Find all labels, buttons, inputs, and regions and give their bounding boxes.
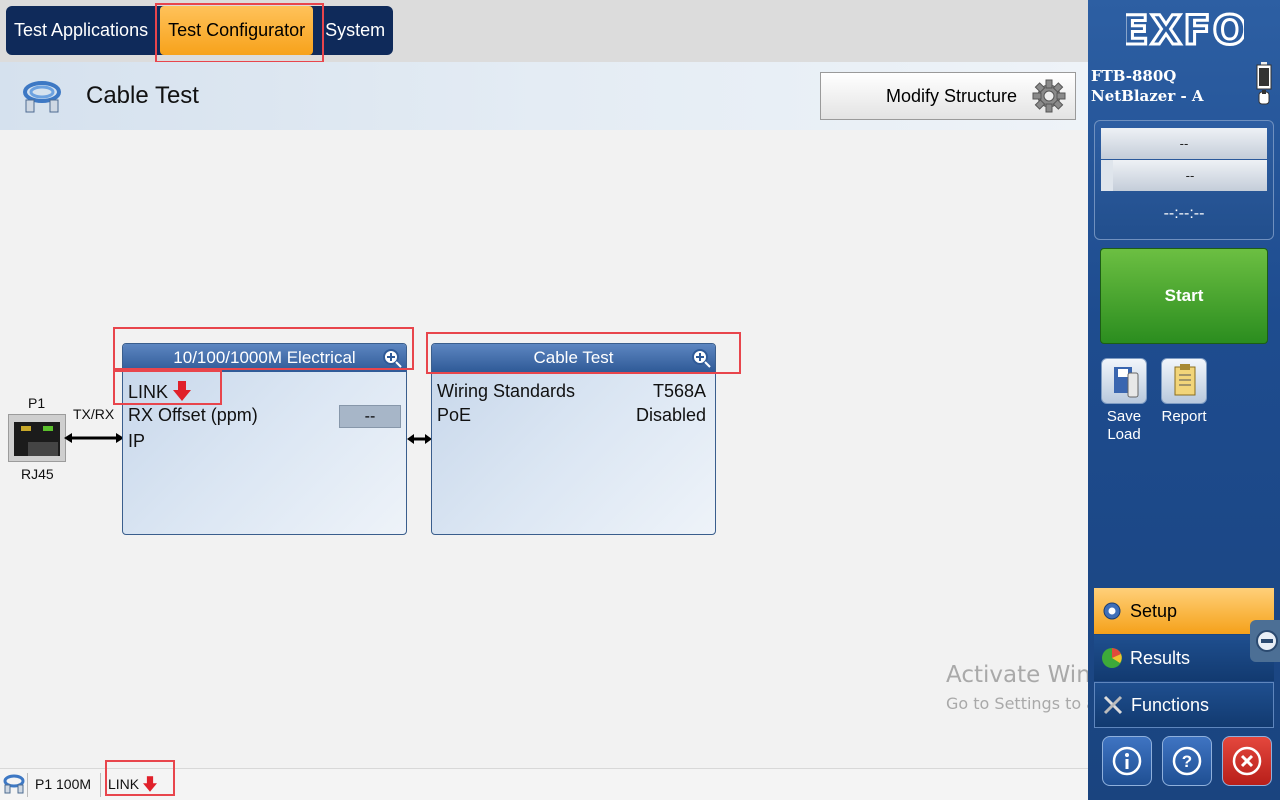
link-status-label: LINK <box>108 776 140 792</box>
status-top-value: -- <box>1101 128 1267 159</box>
nav-functions-label: Functions <box>1131 694 1210 715</box>
port-type-label: RJ45 <box>21 466 54 482</box>
tab-test-applications[interactable]: Test Applications <box>6 6 156 55</box>
link-direction-label: TX/RX <box>73 406 115 422</box>
port-speed-status: P1 100M <box>35 776 92 792</box>
info-icon <box>1112 746 1142 776</box>
rj45-jack <box>14 422 60 456</box>
status-bottom-value: -- <box>1113 160 1267 191</box>
electrical-block[interactable]: 10/100/1000M Electrical LINK RX Offset (… <box>122 343 407 535</box>
link-down-arrow-icon <box>143 776 158 792</box>
ethernet-cable-icon <box>3 774 25 794</box>
modify-structure-button[interactable]: Modify Structure <box>820 72 1076 120</box>
device-model: FTB-880Q NetBlazer - A <box>1091 66 1204 106</box>
link-status: LINK <box>108 776 158 792</box>
electrical-block-title: 10/100/1000M Electrical <box>173 348 356 367</box>
port-name-label: P1 <box>28 395 46 411</box>
txrx-connector-arrow <box>64 433 124 443</box>
poe-label: PoE <box>437 405 472 425</box>
report-label: Report <box>1161 408 1207 425</box>
report-button[interactable]: Report <box>1154 358 1214 426</box>
link-down-arrow-icon <box>173 381 192 401</box>
status-indicator-bar <box>1101 160 1113 191</box>
help-icon: ? <box>1172 746 1202 776</box>
tab-system[interactable]: System <box>317 6 393 55</box>
cable-test-block-header: Cable Test <box>432 344 715 372</box>
remote-icon <box>1256 630 1278 652</box>
nav-results[interactable]: Results <box>1094 635 1274 681</box>
right-panel: EXFO FTB-880Q NetBlazer - A -- -- --:--:… <box>1088 0 1280 800</box>
zoom-in-icon[interactable] <box>691 348 711 368</box>
ip-label: IP <box>128 431 146 451</box>
modify-structure-label: Modify Structure <box>885 85 1017 106</box>
report-icon <box>1161 358 1207 404</box>
led-right <box>43 426 53 431</box>
save-load-button[interactable]: Save Load <box>1094 358 1154 444</box>
status-divider <box>100 773 101 797</box>
functions-tools-icon <box>1103 695 1123 715</box>
device-model-line1: FTB-880Q <box>1091 67 1177 85</box>
nav-setup-label: Setup <box>1130 600 1178 621</box>
setup-gear-icon <box>1103 602 1121 620</box>
exfo-logo: EXFO <box>1126 7 1244 51</box>
block-connector-arrow <box>407 434 432 444</box>
start-button[interactable]: Start <box>1100 248 1268 344</box>
rx-offset-value: -- <box>339 405 401 428</box>
page-title: Cable Test <box>86 82 199 109</box>
rj45-port-icon[interactable] <box>8 414 66 462</box>
poe-value: Disabled <box>635 405 706 425</box>
tab-group: Test Applications Test Configurator Syst… <box>6 6 394 55</box>
status-bar: P1 100M LINK <box>0 768 1088 800</box>
device-model-line2: NetBlazer - A <box>1091 87 1204 105</box>
load-label: Load <box>1107 426 1141 443</box>
wiring-standards-value: T568A <box>652 381 706 401</box>
link-label: LINK <box>128 382 169 402</box>
led-left <box>21 426 31 431</box>
ethernet-cable-icon <box>23 81 61 113</box>
info-button[interactable] <box>1102 736 1152 786</box>
nav-setup[interactable]: Setup <box>1094 588 1274 634</box>
exit-button[interactable] <box>1222 736 1272 786</box>
gear-icon <box>1032 79 1066 113</box>
wiring-standards-label: Wiring Standards <box>437 381 576 401</box>
save-label: Save <box>1106 408 1142 425</box>
rj45-pins <box>28 442 58 456</box>
nav-functions[interactable]: Functions <box>1094 682 1274 728</box>
remote-control-side-tab[interactable] <box>1250 620 1280 662</box>
nav-results-label: Results <box>1130 647 1191 668</box>
electrical-block-header: 10/100/1000M Electrical <box>123 344 406 372</box>
close-icon <box>1232 746 1262 776</box>
help-button[interactable]: ? <box>1162 736 1212 786</box>
save-load-icon <box>1101 358 1147 404</box>
battery-icon <box>1256 62 1272 105</box>
cable-test-block-title: Cable Test <box>533 348 614 367</box>
zoom-in-icon[interactable] <box>382 348 402 368</box>
svg-text:EXFO: EXFO <box>1126 8 1244 50</box>
cable-test-block[interactable]: Cable Test Wiring Standards T568A PoE Di… <box>431 343 716 535</box>
svg-text:?: ? <box>1182 752 1192 771</box>
results-pie-icon <box>1102 648 1122 668</box>
test-status-card: -- -- --:--:-- <box>1094 120 1274 240</box>
rx-offset-label: RX Offset (ppm) <box>128 405 258 425</box>
link-row: LINK <box>128 381 192 403</box>
timer-display: --:--:-- <box>1163 205 1205 222</box>
status-divider <box>27 773 28 797</box>
tab-test-configurator[interactable]: Test Configurator <box>160 6 314 55</box>
top-tab-bar: Test Applications Test Configurator Syst… <box>0 0 1088 62</box>
